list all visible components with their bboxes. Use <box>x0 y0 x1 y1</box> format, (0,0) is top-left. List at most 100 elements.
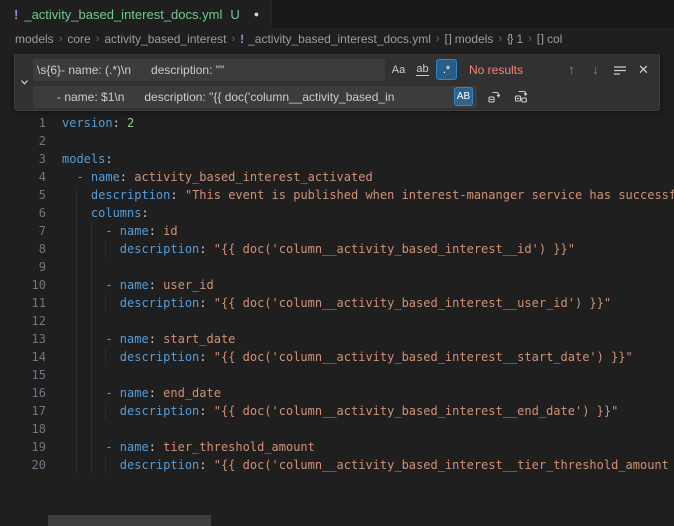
find-in-selection-button[interactable] <box>610 60 629 79</box>
code-token: "{{ doc('column__activity_based_interest… <box>214 350 633 364</box>
indent-guide <box>76 420 77 438</box>
replace-input[interactable]: - name: $1\n description: "{{ doc('colum… <box>33 86 477 108</box>
code-token: models <box>62 152 105 166</box>
line-number: 2 <box>0 132 46 150</box>
code-line[interactable]: 4 - name: activity_based_interest_activa… <box>0 168 674 186</box>
indent-guide <box>76 330 77 348</box>
line-number: 11 <box>0 294 46 312</box>
code-token: : <box>149 386 163 400</box>
code-line[interactable]: 3models: <box>0 150 674 168</box>
code-token: - name <box>62 386 149 400</box>
next-match-button[interactable]: ↓ <box>586 60 605 79</box>
code-line[interactable]: 1 version: 2 <box>0 114 674 132</box>
indent-guide <box>91 348 92 366</box>
code-token: : <box>105 152 112 166</box>
editor[interactable]: 1version: 223models:4 - name: activity_b… <box>0 50 674 477</box>
tab-filename: _activity_based_interest_docs.yml <box>24 7 222 22</box>
dirty-indicator-icon[interactable]: ● <box>254 9 259 19</box>
line-number: 15 <box>0 366 46 384</box>
breadcrumb-item[interactable]: models <box>15 32 54 46</box>
code-line[interactable]: 2 <box>0 132 674 150</box>
selection-icon <box>613 63 627 77</box>
breadcrumb-item[interactable]: {}1 <box>507 32 523 46</box>
breadcrumb-item[interactable]: [ ]col <box>537 32 563 46</box>
indent-guide <box>91 420 92 438</box>
code-line[interactable]: 10 - name: user_id <box>0 276 674 294</box>
line-number: 7 <box>0 222 46 240</box>
code-token: : <box>199 350 213 364</box>
replace-icon <box>487 89 502 104</box>
indent-guide <box>76 222 77 240</box>
code-token: : <box>113 116 127 130</box>
horizontal-scrollbar[interactable] <box>48 515 211 526</box>
code-token: "{{ doc('column__activity_based_interest… <box>214 404 619 418</box>
indent-guide <box>91 438 92 456</box>
code-line[interactable]: 15 <box>0 366 674 384</box>
code-token: end_date <box>163 386 221 400</box>
code-token: description <box>120 458 199 472</box>
indent-guide <box>91 240 92 258</box>
breadcrumb-item[interactable]: activity_based_interest <box>104 32 226 46</box>
code-line[interactable]: 17 description: "{{ doc('column__activit… <box>0 402 674 420</box>
indent-guide <box>91 294 92 312</box>
line-number: 1 <box>0 114 46 132</box>
code-line[interactable]: 13 - name: start_date <box>0 330 674 348</box>
indent-guide <box>91 402 92 420</box>
code-token: user_id <box>163 278 214 292</box>
tab-active[interactable]: ! _activity_based_interest_docs.yml U ● <box>0 0 272 28</box>
object-symbol-icon: {} <box>507 33 512 45</box>
match-case-button[interactable]: Aa <box>388 59 409 80</box>
code-token: 2 <box>127 116 134 130</box>
find-input[interactable]: \s{6}- name: (.*)\n description: "" <box>33 59 385 81</box>
breadcrumb-separator: › <box>528 33 532 45</box>
code-line[interactable]: 12 <box>0 312 674 330</box>
code-line[interactable]: 11 description: "{{ doc('column__activit… <box>0 294 674 312</box>
indent-guide <box>76 402 77 420</box>
indent-guide <box>76 456 77 474</box>
code-token: - name <box>62 224 149 238</box>
tab-bar: ! _activity_based_interest_docs.yml U ● <box>0 0 674 28</box>
code-line[interactable]: 19 - name: tier_threshold_amount <box>0 438 674 456</box>
code-line[interactable]: 16 - name: end_date <box>0 384 674 402</box>
code-token: version <box>62 116 113 130</box>
toggle-replace-button[interactable] <box>15 54 33 110</box>
breadcrumb-separator: › <box>231 33 235 45</box>
code-line[interactable]: 14 description: "{{ doc('column__activit… <box>0 348 674 366</box>
regex-button[interactable]: .* <box>436 59 457 80</box>
code-line[interactable]: 20 description: "{{ doc('column__activit… <box>0 456 674 474</box>
code-token: - name <box>62 440 149 454</box>
replace-all-icon <box>514 89 529 104</box>
preserve-case-button[interactable]: AB <box>454 87 473 106</box>
editor-code: 1version: 223models:4 - name: activity_b… <box>0 114 674 474</box>
replace-all-button[interactable] <box>511 87 531 107</box>
code-line[interactable]: 9 <box>0 258 674 276</box>
breadcrumb-item[interactable]: core <box>67 32 90 46</box>
breadcrumb-separator: › <box>96 33 100 45</box>
code-line[interactable]: 6 columns: <box>0 204 674 222</box>
code-token: description <box>120 404 199 418</box>
line-number: 12 <box>0 312 46 330</box>
code-token: - name <box>62 170 120 184</box>
breadcrumb-separator: › <box>59 33 63 45</box>
code-token: : <box>120 170 134 184</box>
indent-guide <box>91 276 92 294</box>
line-number: 20 <box>0 456 46 474</box>
close-button[interactable]: ✕ <box>634 60 653 79</box>
indent-guide <box>76 312 77 330</box>
code-line[interactable]: 5 description: "This event is published … <box>0 186 674 204</box>
indent-guide <box>91 366 92 384</box>
replace-button[interactable] <box>484 87 504 107</box>
code-token: - name <box>62 332 149 346</box>
breadcrumb-item[interactable]: [ ]models <box>445 32 494 46</box>
indent-guide <box>91 330 92 348</box>
code-line[interactable]: 7 - name: id <box>0 222 674 240</box>
previous-match-button[interactable]: ↑ <box>562 60 581 79</box>
code-line[interactable]: 8 description: "{{ doc('column__activity… <box>0 240 674 258</box>
code-token: : <box>199 296 213 310</box>
line-number: 13 <box>0 330 46 348</box>
breadcrumb-item[interactable]: !_activity_based_interest_docs.yml <box>240 32 431 46</box>
code-line[interactable]: 18 <box>0 420 674 438</box>
whole-word-button[interactable]: ab <box>412 59 433 80</box>
code-token: tier_threshold_amount <box>163 440 315 454</box>
line-number: 16 <box>0 384 46 402</box>
